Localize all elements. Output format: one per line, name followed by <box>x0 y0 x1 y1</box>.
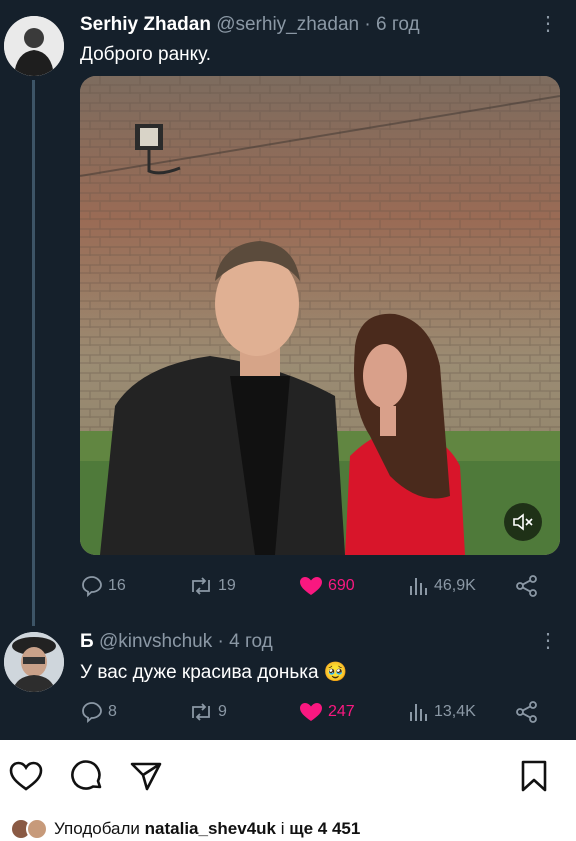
views-button[interactable]: 13,4K <box>408 698 476 726</box>
reply-text: У вас дуже красива донька 🥹 <box>80 660 348 684</box>
heart-icon[interactable] <box>8 758 44 794</box>
comment-icon[interactable] <box>69 758 105 794</box>
avatar-kinvshchuk[interactable] <box>4 632 64 692</box>
reply-count: 16 <box>108 577 126 594</box>
like-button[interactable]: 690 <box>298 572 355 600</box>
handle[interactable]: @serhiy_zhadan <box>216 14 359 35</box>
reply-header: Б @kinvshchuk · 4 год <box>80 631 273 653</box>
retweet-button[interactable]: 19 <box>188 572 236 600</box>
timestamp[interactable]: 6 год <box>376 14 420 35</box>
reply-actions: 8 9 247 13,4K <box>80 698 560 726</box>
more-options-icon[interactable]: ⋮ <box>538 630 558 652</box>
reply-icon <box>82 702 102 723</box>
views-button[interactable]: 46,9K <box>408 572 476 600</box>
share-icon[interactable] <box>128 758 164 794</box>
reply-text-body: У вас дуже красива донька <box>80 662 319 683</box>
retweet-icon <box>192 577 210 595</box>
share-icon <box>516 575 537 597</box>
share-button[interactable] <box>514 698 540 726</box>
retweet-count: 19 <box>218 577 236 594</box>
tweet-text: Доброго ранку. <box>80 44 212 65</box>
like-count: 690 <box>328 577 355 594</box>
like-count: 247 <box>328 703 355 720</box>
heart-filled-icon <box>300 577 322 595</box>
heart-filled-icon <box>300 703 322 721</box>
views-count: 13,4K <box>434 703 476 720</box>
mute-button[interactable] <box>504 503 542 541</box>
avatar-serhiy-zhadan[interactable] <box>4 16 64 76</box>
tweet-header: Serhiy Zhadan @serhiy_zhadan · 6 год <box>80 14 420 36</box>
bookmark-icon[interactable] <box>516 758 552 794</box>
reply-button[interactable]: 16 <box>80 572 126 600</box>
emoji: 🥹 <box>323 662 348 683</box>
views-icon <box>410 578 427 595</box>
share-icon <box>516 701 537 723</box>
liker-avatar[interactable] <box>26 818 48 840</box>
like-button[interactable]: 247 <box>298 698 355 726</box>
reply-count: 8 <box>108 703 117 720</box>
handle[interactable]: @kinvshchuk <box>99 631 212 652</box>
likes-text[interactable]: Уподобали natalia_shev4uk і ще 4 451 <box>54 819 360 839</box>
retweet-button[interactable]: 9 <box>188 698 227 726</box>
likes-count[interactable]: ще 4 451 <box>289 819 360 838</box>
tweet-video[interactable] <box>80 76 560 555</box>
retweet-icon <box>192 703 210 721</box>
speaker-muted-icon <box>513 513 533 531</box>
share-button[interactable] <box>514 572 540 600</box>
tweet-actions: 16 19 690 46,9K <box>80 572 560 600</box>
likes-user[interactable]: natalia_shev4uk <box>145 819 276 838</box>
reply-icon <box>82 576 102 597</box>
display-name[interactable]: Serhiy Zhadan <box>80 14 211 35</box>
display-name[interactable]: Б <box>80 631 94 652</box>
reply-button[interactable]: 8 <box>80 698 117 726</box>
tweet-thread: Serhiy Zhadan @serhiy_zhadan · 6 год ⋮ Д… <box>0 0 576 740</box>
likes-prefix: Уподобали <box>54 819 140 838</box>
views-icon <box>410 704 427 721</box>
retweet-count: 9 <box>218 703 227 720</box>
likes-summary: Уподобали natalia_shev4uk і ще 4 451 <box>10 812 360 841</box>
timestamp[interactable]: 4 год <box>229 631 273 652</box>
views-count: 46,9K <box>434 577 476 594</box>
thread-connector <box>32 80 35 626</box>
separator: · <box>364 14 371 35</box>
more-options-icon[interactable]: ⋮ <box>538 13 558 35</box>
separator: · <box>217 631 224 652</box>
likes-mid: і <box>280 819 285 838</box>
